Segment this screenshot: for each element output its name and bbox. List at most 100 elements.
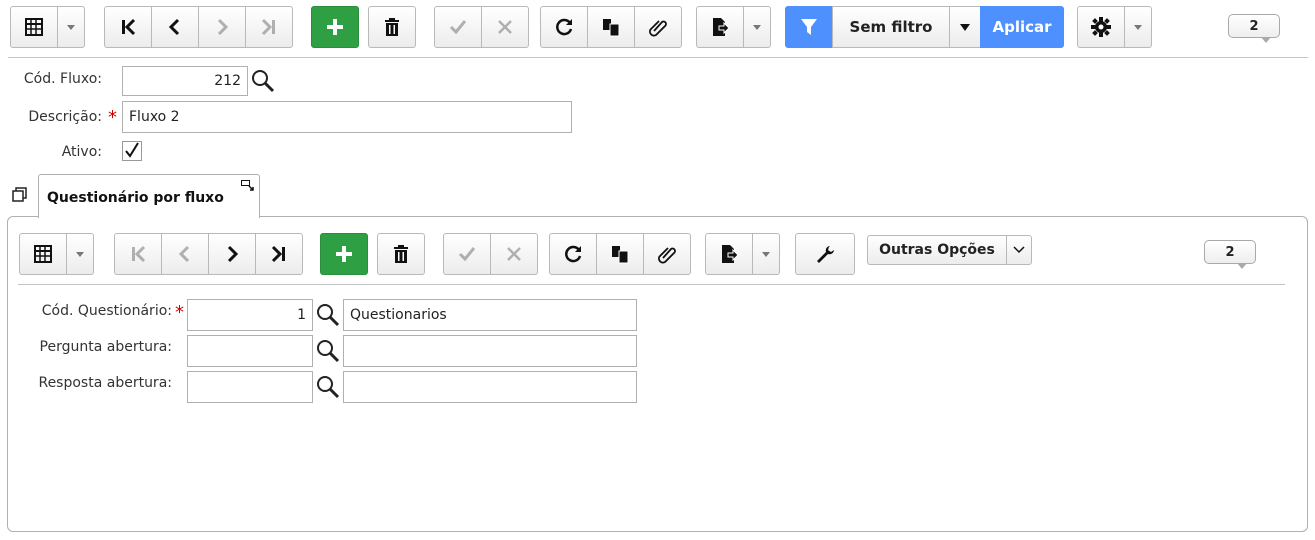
- export-button[interactable]: [696, 6, 744, 48]
- checkmark-icon: [125, 142, 139, 158]
- tab-label: Questionário por fluxo: [47, 190, 224, 206]
- first-icon: [132, 245, 146, 263]
- other-options-group: Outras Opções: [867, 235, 1032, 265]
- actions-group: [540, 6, 682, 48]
- last-icon: [271, 245, 285, 263]
- chevron-down-icon: [67, 24, 75, 30]
- check-icon: [458, 247, 476, 262]
- chevron-down-icon: [1013, 246, 1025, 254]
- descricao-field[interactable]: Fluxo 2: [122, 101, 572, 133]
- resposta-abertura-field[interactable]: [187, 371, 313, 403]
- chevron-down-icon: [1134, 24, 1142, 30]
- export-dropdown[interactable]: [743, 6, 771, 48]
- plus-icon: [336, 246, 352, 262]
- sub-grid-view-button[interactable]: [19, 233, 67, 275]
- check-icon: [449, 20, 467, 35]
- toolbar-divider: [8, 57, 1308, 58]
- last-icon: [261, 18, 275, 36]
- sub-export-dropdown[interactable]: [752, 233, 780, 275]
- caret-down-icon: [960, 23, 970, 31]
- confirm-button[interactable]: [434, 6, 482, 48]
- chevron-left-icon: [178, 245, 190, 263]
- sub-refresh-button[interactable]: [549, 233, 597, 275]
- refresh-icon: [556, 18, 573, 36]
- popout-icon[interactable]: [241, 180, 255, 192]
- copy-icon: [612, 246, 629, 264]
- trash-icon: [385, 18, 399, 36]
- sub-next-record-button[interactable]: [208, 233, 256, 275]
- cancel-button[interactable]: [481, 6, 529, 48]
- filter-select[interactable]: Sem filtro: [832, 6, 950, 48]
- sub-cancel-button[interactable]: [490, 233, 538, 275]
- sub-confirm-button[interactable]: [443, 233, 491, 275]
- sub-export-group: [705, 233, 780, 275]
- next-record-button[interactable]: [198, 6, 246, 48]
- search-icon[interactable]: [316, 339, 340, 363]
- copy-button[interactable]: [587, 6, 635, 48]
- close-icon: [498, 20, 512, 34]
- settings-button[interactable]: [1077, 6, 1125, 48]
- tab-questionario-por-fluxo[interactable]: Questionário por fluxo: [38, 174, 260, 218]
- sub-record-counter: 2: [1204, 240, 1256, 269]
- cod-questionario-label: Cód. Questionário:: [41, 303, 172, 319]
- sub-actions-group: [549, 233, 691, 275]
- sub-export-button[interactable]: [705, 233, 753, 275]
- search-icon[interactable]: [316, 303, 340, 327]
- sub-delete-button[interactable]: [377, 233, 425, 275]
- copy-icon: [603, 19, 620, 37]
- paperclip-icon: [649, 20, 667, 37]
- refresh-button[interactable]: [540, 6, 588, 48]
- grid-icon: [25, 18, 43, 36]
- sub-toolbar-divider: [18, 284, 1285, 285]
- close-icon: [507, 247, 521, 261]
- wrench-icon: [817, 246, 834, 263]
- first-record-button[interactable]: [104, 6, 152, 48]
- chevron-left-icon: [168, 18, 180, 36]
- sub-last-record-button[interactable]: [255, 233, 303, 275]
- pergunta-abertura-label: Pergunta abertura:: [39, 339, 172, 355]
- descricao-label: Descrição:: [28, 109, 102, 125]
- pergunta-abertura-description: [343, 335, 637, 367]
- export-icon: [722, 245, 739, 263]
- cod-fluxo-field[interactable]: 212: [122, 66, 248, 96]
- restore-window-icon[interactable]: [12, 187, 28, 203]
- sub-attachment-button[interactable]: [643, 233, 691, 275]
- settings-dropdown[interactable]: [1124, 6, 1152, 48]
- tools-button[interactable]: [795, 233, 855, 275]
- required-asterisk: *: [175, 302, 184, 323]
- filter-button[interactable]: [785, 6, 833, 48]
- sub-confirm-group: [443, 233, 538, 275]
- grid-icon: [34, 245, 52, 263]
- delete-button[interactable]: [368, 6, 416, 48]
- grid-view-button[interactable]: [10, 6, 58, 48]
- chevron-right-icon: [227, 245, 239, 263]
- resposta-abertura-label: Resposta abertura:: [38, 375, 172, 391]
- grid-view-dropdown[interactable]: [57, 6, 85, 48]
- sub-first-record-button[interactable]: [114, 233, 162, 275]
- sub-navigation-group: [114, 233, 303, 275]
- sub-previous-record-button[interactable]: [161, 233, 209, 275]
- ativo-checkbox[interactable]: [122, 141, 142, 161]
- filter-dropdown[interactable]: [949, 6, 981, 48]
- sub-grid-view-dropdown[interactable]: [66, 233, 94, 275]
- refresh-icon: [565, 245, 582, 263]
- add-button[interactable]: [311, 6, 359, 48]
- apply-button[interactable]: Aplicar: [980, 6, 1064, 48]
- previous-record-button[interactable]: [151, 6, 199, 48]
- pergunta-abertura-field[interactable]: [187, 335, 313, 367]
- last-record-button[interactable]: [245, 6, 293, 48]
- cod-questionario-description: Questionarios: [343, 299, 637, 331]
- chevron-right-icon: [217, 18, 229, 36]
- cod-questionario-field[interactable]: 1: [187, 299, 313, 331]
- trash-icon: [394, 245, 408, 263]
- plus-icon: [327, 19, 343, 35]
- search-icon[interactable]: [251, 69, 275, 93]
- search-icon[interactable]: [316, 375, 340, 399]
- attachment-button[interactable]: [634, 6, 682, 48]
- sub-add-button[interactable]: [320, 233, 368, 275]
- tab-panel: Outras Opções 2 Cód. Questionário: * 1 Q…: [7, 216, 1308, 532]
- sub-copy-button[interactable]: [596, 233, 644, 275]
- chevron-down-icon: [762, 251, 770, 257]
- other-options-button[interactable]: Outras Opções: [867, 235, 1007, 265]
- other-options-dropdown[interactable]: [1006, 235, 1032, 265]
